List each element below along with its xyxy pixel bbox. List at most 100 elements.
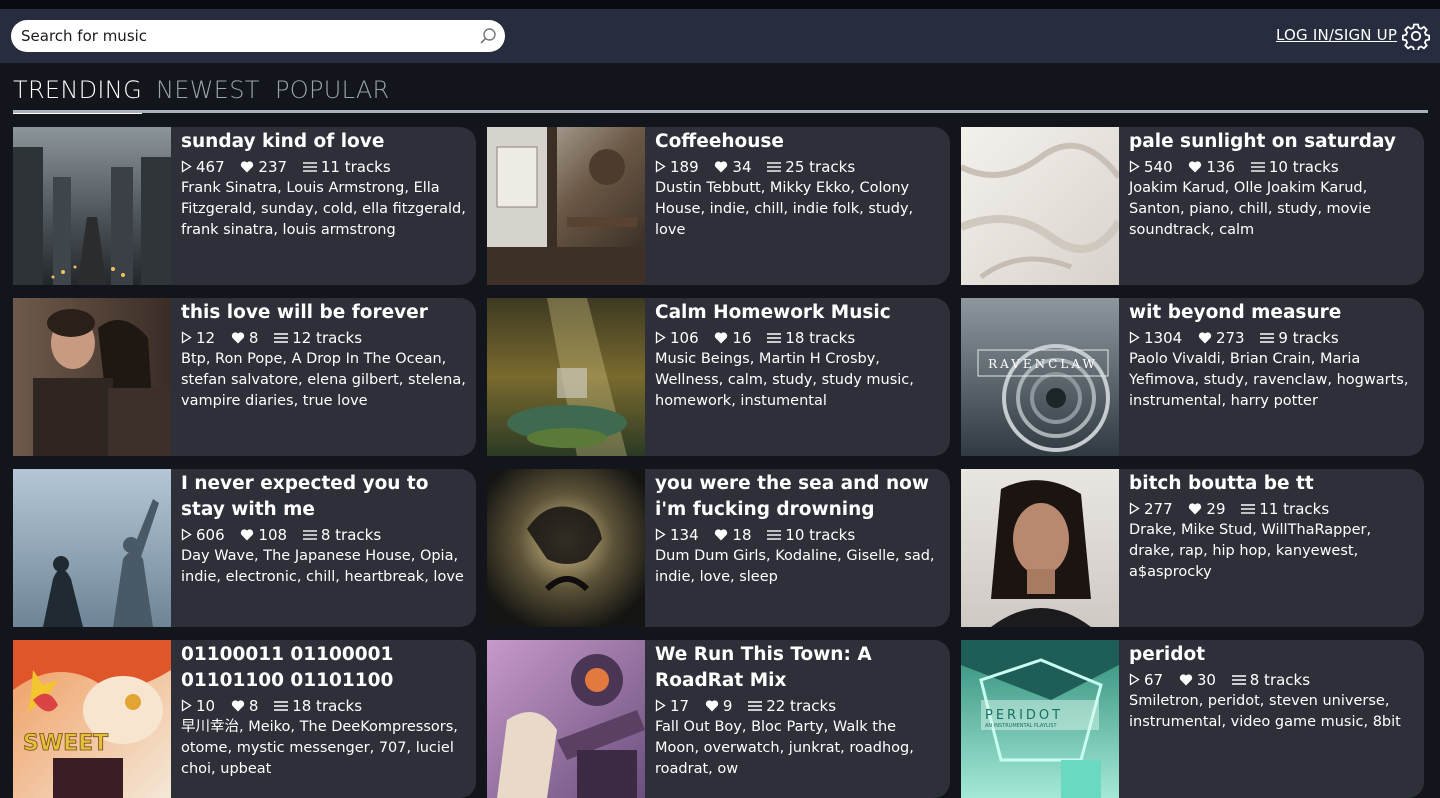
- playlist-tags: Btp, Ron Pope, A Drop In The Ocean, stef…: [181, 351, 466, 409]
- heart-icon: [241, 529, 254, 541]
- playlist-card[interactable]: SWEET 01100011 01100001 01101100 0110110…: [13, 640, 476, 798]
- track-count: 11 tracks: [1259, 500, 1330, 518]
- playlist-stats: 189 34 25 tracks: [655, 157, 943, 178]
- like-count: 34: [732, 158, 752, 176]
- track-count: 8 tracks: [320, 526, 382, 544]
- playlist-thumbnail: [13, 298, 171, 456]
- playlist-tags: Frank Sinatra, Louis Armstrong, Ella Fit…: [181, 180, 466, 238]
- playlist-tags: Dustin Tebbutt, Mikky Ekko, Colony House…: [655, 180, 914, 238]
- tracklist-icon: [767, 333, 782, 343]
- playlist-title[interactable]: wit beyond measure: [1129, 300, 1417, 326]
- playlist-card[interactable]: Coffeehouse 189 34 25 tracks Dustin Tebb…: [487, 127, 950, 285]
- playlist-title[interactable]: Calm Homework Music: [655, 300, 943, 326]
- playlist-card[interactable]: PERIDOT AN INSTRUMENTAL PLAYLIST peridot…: [961, 640, 1424, 798]
- playlist-thumbnail: [487, 298, 645, 456]
- play-count: 467: [196, 158, 225, 176]
- play-count-icon: [1129, 673, 1140, 686]
- svg-text:AN INSTRUMENTAL PLAYLIST: AN INSTRUMENTAL PLAYLIST: [985, 723, 1057, 729]
- play-count: 1304: [1144, 329, 1183, 347]
- heart-icon: [241, 161, 254, 173]
- playlist-title[interactable]: bitch boutta be tt: [1129, 471, 1417, 497]
- playlist-card[interactable]: I never expected you to stay with me 606…: [13, 469, 476, 627]
- tab-trending[interactable]: TRENDING: [13, 73, 142, 114]
- play-count: 106: [670, 329, 699, 347]
- playlist-title[interactable]: We Run This Town: A RoadRat Mix: [655, 642, 943, 694]
- tracklist-icon: [302, 530, 317, 540]
- playlist-title[interactable]: 01100011 01100001 01101100 01101100: [181, 642, 469, 694]
- playlist-title[interactable]: sunday kind of love: [181, 129, 469, 155]
- playlist-card[interactable]: you were the sea and now i'm fucking dro…: [487, 469, 950, 627]
- search-icon[interactable]: [479, 27, 497, 45]
- tracklist-icon: [274, 333, 289, 343]
- playlist-stats: 17 9 22 tracks: [655, 696, 943, 717]
- heart-icon: [231, 700, 245, 712]
- playlist-stats: 67 30 8 tracks: [1129, 670, 1417, 691]
- play-count-icon: [655, 528, 666, 541]
- playlist-thumbnail: [487, 127, 645, 285]
- playlist-stats: 540 136 10 tracks: [1129, 157, 1417, 178]
- track-count: 9 tracks: [1278, 329, 1339, 347]
- playlist-stats: 277 29 11 tracks: [1129, 499, 1417, 520]
- playlist-tags: Day Wave, The Japanese House, Opia, indi…: [181, 548, 464, 585]
- playlist-card[interactable]: pale sunlight on saturday 540 136 10 tra…: [961, 127, 1424, 285]
- search-box[interactable]: [11, 20, 505, 52]
- playlist-tags: Smiletron, peridot, steven universe, ins…: [1129, 693, 1401, 730]
- playlist-thumbnail: [487, 469, 645, 627]
- like-count: 8: [248, 329, 259, 347]
- playlist-title[interactable]: you were the sea and now i'm fucking dro…: [655, 471, 943, 523]
- tab-popular[interactable]: POPULAR: [275, 73, 390, 113]
- search-input[interactable]: [21, 20, 461, 52]
- playlist-card[interactable]: this love will be forever 12 8 12 tracks…: [13, 298, 476, 456]
- play-count-icon: [181, 160, 192, 173]
- tab-bar: TRENDING NEWEST POPULAR: [13, 73, 1428, 114]
- play-count: 540: [1144, 158, 1173, 176]
- like-count: 237: [258, 158, 288, 176]
- playlist-card[interactable]: sunday kind of love 467 237 11 tracks Fr…: [13, 127, 476, 285]
- heart-icon: [715, 332, 728, 344]
- play-count-icon: [181, 528, 192, 541]
- playlist-title[interactable]: this love will be forever: [181, 300, 469, 326]
- playlist-stats: 10 8 18 tracks: [181, 696, 469, 717]
- playlist-thumbnail: [487, 640, 645, 798]
- play-count-icon: [181, 331, 192, 344]
- playlist-stats: 467 237 11 tracks: [181, 157, 469, 178]
- track-count: 11 tracks: [320, 158, 391, 176]
- playlist-card[interactable]: RAVENCLAW wit beyond measure 1304 273 9 …: [961, 298, 1424, 456]
- playlist-card[interactable]: bitch boutta be tt 277 29 11 tracks Drak…: [961, 469, 1424, 627]
- track-count: 22 tracks: [766, 697, 837, 715]
- playlist-title[interactable]: pale sunlight on saturday: [1129, 129, 1417, 155]
- playlist-tags: Drake, Mike Stud, WillThaRapper, drake, …: [1129, 522, 1372, 580]
- tab-newest[interactable]: NEWEST: [156, 73, 260, 113]
- gear-icon[interactable]: [1402, 22, 1430, 50]
- playlist-card[interactable]: Calm Homework Music 106 16 18 tracks Mus…: [487, 298, 950, 456]
- login-signup-link[interactable]: LOG IN/SIGN UP: [1276, 26, 1397, 44]
- like-count: 8: [248, 697, 259, 715]
- playlist-stats: 12 8 12 tracks: [181, 328, 469, 349]
- playlist-title[interactable]: Coffeehouse: [655, 129, 943, 155]
- like-count: 29: [1206, 500, 1226, 518]
- playlist-stats: 106 16 18 tracks: [655, 328, 943, 349]
- playlist-title[interactable]: peridot: [1129, 642, 1417, 668]
- heart-icon: [705, 700, 719, 712]
- playlist-card[interactable]: We Run This Town: A RoadRat Mix 17 9 22 …: [487, 640, 950, 798]
- playlist-thumbnail: [13, 127, 171, 285]
- like-count: 16: [732, 329, 752, 347]
- play-count-icon: [1129, 331, 1140, 344]
- playlist-title[interactable]: I never expected you to stay with me: [181, 471, 469, 523]
- tracklist-icon: [302, 162, 317, 172]
- like-count: 136: [1206, 158, 1236, 176]
- playlist-tags: Paolo Vivaldi, Brian Crain, Maria Yefimo…: [1129, 351, 1409, 409]
- heart-icon: [715, 161, 728, 173]
- play-count: 189: [670, 158, 699, 176]
- play-count: 277: [1144, 500, 1173, 518]
- playlist-tags: 早川幸治, Meiko, The DeeKompressors, otome, …: [181, 719, 458, 777]
- tracklist-icon: [1231, 675, 1246, 685]
- play-count-icon: [655, 160, 666, 173]
- playlist-tags: Fall Out Boy, Bloc Party, Walk the Moon,…: [655, 719, 914, 777]
- play-count-icon: [655, 699, 666, 712]
- tracklist-icon: [767, 162, 782, 172]
- playlist-thumbnail: [961, 127, 1119, 285]
- play-count-icon: [1129, 160, 1140, 173]
- track-count: 18 tracks: [292, 697, 363, 715]
- playlist-tags: Dum Dum Girls, Kodaline, Giselle, sad, i…: [655, 548, 935, 585]
